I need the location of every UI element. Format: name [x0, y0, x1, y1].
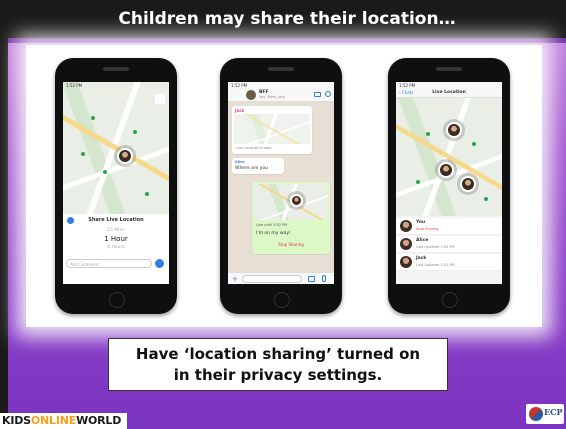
phone2-screen: 1:52 PM BFF You, Mom, Jack Jack Live Loc… — [228, 82, 334, 284]
stop-sharing-button[interactable]: Stop Sharing — [252, 242, 330, 247]
row-name: You — [416, 220, 426, 225]
map-dot — [416, 180, 420, 184]
live-location-title: Live Location — [432, 90, 466, 95]
duration-option[interactable]: 8 Hours — [63, 245, 169, 250]
live-location-bubble[interactable]: Live until 2:52 PM I'm on my way! Stop S… — [252, 182, 330, 254]
caption-line-1: Have ‘location sharing’ turned on — [135, 345, 421, 363]
ecp-text: ECP — [544, 407, 563, 417]
row-name: Alice — [416, 238, 429, 243]
live-location-row[interactable]: Jack Last Updated 1:52 PM — [396, 254, 502, 271]
reply-text: I'm on my way! — [256, 231, 291, 236]
friend-avatar[interactable] — [460, 176, 476, 192]
map-dot — [484, 197, 488, 201]
caption-box: Have ‘location sharing’ turned on in the… — [108, 338, 448, 391]
phone3-status-bar: 1:52 PM — [396, 82, 502, 89]
sender-name: Jack — [235, 108, 245, 113]
row-updated: Last Updated 1:50 PM — [416, 245, 455, 249]
live-location-header: 1:52 PM ‹ Chats Live Location — [396, 82, 502, 98]
logo-part: WORLD — [76, 414, 122, 427]
incoming-message-bubble[interactable]: Alice Where are you — [232, 158, 284, 174]
video-call-icon[interactable] — [314, 92, 321, 97]
phone1-status-bar: 1:52 PM — [63, 82, 169, 89]
friend-avatar[interactable] — [446, 122, 462, 138]
attach-plus-icon[interactable]: + — [232, 276, 238, 283]
comment-input[interactable]: Add Comment — [66, 259, 152, 268]
phone3-screen: 1:52 PM ‹ Chats Live Location You Stop S… — [396, 82, 502, 284]
logo-part-highlight: ONLINE — [30, 414, 77, 427]
caption-line-2: in their privacy settings. — [173, 366, 383, 384]
user-location-avatar — [117, 148, 133, 164]
phone-chat: 1:52 PM BFF You, Mom, Jack Jack Live Loc… — [220, 58, 342, 314]
duration-option[interactable]: 15 Mins — [63, 228, 169, 233]
map-control-icon[interactable] — [155, 94, 165, 104]
map-dot — [145, 192, 149, 196]
phone1-screen: 1:52 PM Share Live Location 15 Mins 1 Ho… — [63, 82, 169, 284]
row-updated: Last Updated 1:52 PM — [416, 263, 455, 267]
chat-participants: You, Mom, Jack — [259, 95, 286, 99]
stop-sharing-link[interactable]: Stop Sharing — [416, 227, 439, 231]
title-underline — [8, 38, 566, 43]
ecp-logo: ECP — [526, 404, 564, 424]
duration-option-selected[interactable]: 1 Hour — [63, 235, 169, 243]
phone2-status-bar: 1:52 PM — [228, 82, 334, 89]
map-dot — [133, 130, 137, 134]
phone-call-icon[interactable] — [325, 91, 331, 97]
live-location-row[interactable]: You Stop Sharing — [396, 218, 502, 235]
share-sheet-title: Share Live Location — [88, 217, 144, 223]
map-dot — [426, 132, 430, 136]
avatar — [400, 256, 412, 268]
phone-share-live-location: 1:52 PM Share Live Location 15 Mins 1 Ho… — [55, 58, 177, 314]
live-location-row[interactable]: Alice Last Updated 1:50 PM — [396, 236, 502, 253]
map-dot — [472, 142, 476, 146]
slide-title: Children may share their location… — [8, 0, 566, 38]
map-dot — [91, 116, 95, 120]
avatar — [400, 238, 412, 250]
sharer-avatar — [290, 194, 303, 207]
friend-avatar[interactable] — [438, 162, 454, 178]
share-sheet: Share Live Location 15 Mins 1 Hour 8 Hou… — [63, 214, 169, 284]
ended-location-map — [234, 114, 310, 144]
live-until-label: Live until 2:52 PM — [256, 223, 288, 227]
ended-location-bubble[interactable]: Jack Live Location Ended — [232, 106, 312, 154]
message-input[interactable] — [242, 275, 302, 283]
map-dot — [103, 170, 107, 174]
chat-input-bar: + — [228, 272, 334, 284]
phone1-map — [63, 82, 169, 214]
phone-live-location: 1:52 PM ‹ Chats Live Location You Stop S… — [388, 58, 510, 314]
phone1-status-time: 1:52 PM — [66, 83, 83, 88]
send-icon[interactable] — [155, 259, 164, 268]
map-dot — [81, 152, 85, 156]
camera-icon[interactable] — [308, 276, 315, 282]
chat-header: 1:52 PM BFF You, Mom, Jack — [228, 82, 334, 102]
kids-online-world-logo: KIDSONLINEWORLD — [0, 413, 128, 429]
microphone-icon[interactable] — [322, 275, 326, 282]
message-text: Where are you — [235, 166, 268, 171]
live-location-ended-label: Live Location Ended — [236, 146, 272, 150]
logo-part: KIDS — [2, 414, 31, 427]
sender-name: Alice — [235, 160, 245, 164]
row-name: Jack — [416, 256, 427, 261]
phone3-status-time: 1:52 PM — [399, 83, 416, 88]
avatar — [400, 220, 412, 232]
group-avatar[interactable] — [246, 90, 256, 100]
ecp-emblem-icon — [529, 407, 543, 421]
left-accent-bar — [0, 0, 8, 429]
phone2-status-time: 1:52 PM — [231, 83, 248, 88]
